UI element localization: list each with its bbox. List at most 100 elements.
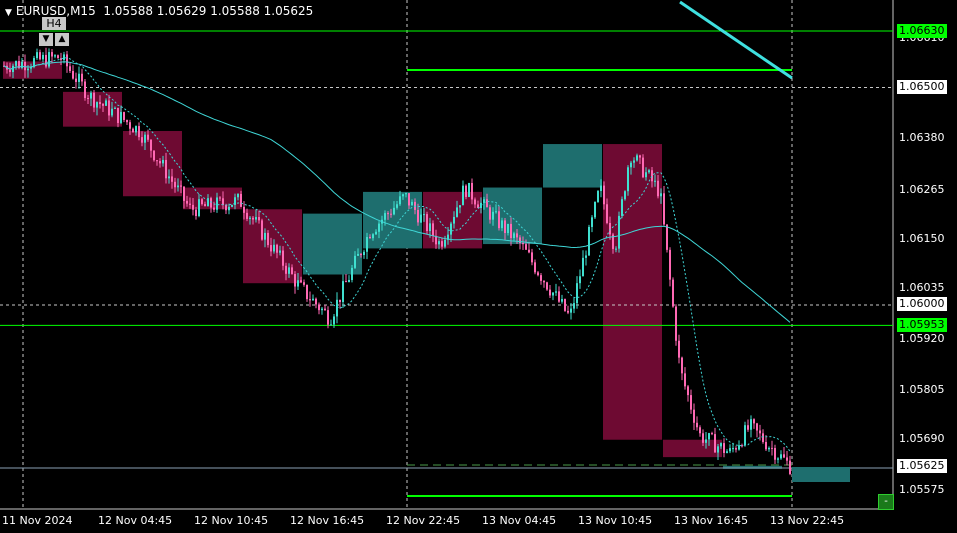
candle-body: [162, 159, 164, 164]
candle-body: [501, 220, 503, 229]
h4-box: [543, 144, 602, 188]
candle-body: [759, 430, 761, 434]
candle-body: [180, 185, 182, 187]
price-tick: 1.06380: [899, 131, 945, 144]
price-chart[interactable]: [0, 0, 957, 533]
candle-body: [339, 299, 341, 303]
candle-body: [204, 204, 206, 207]
candle-body: [24, 61, 26, 71]
candle-body: [747, 425, 749, 430]
candle-body: [750, 419, 752, 430]
candle-body: [693, 409, 695, 423]
candle-body: [633, 160, 635, 163]
candle-body: [525, 244, 527, 250]
h4-box: [63, 91, 122, 127]
candle-body: [66, 54, 68, 67]
candle-body: [69, 66, 71, 71]
candle-body: [537, 272, 539, 276]
candle-body: [672, 279, 674, 307]
candle-body: [138, 126, 140, 138]
candle-body: [372, 234, 374, 239]
candle-body: [495, 211, 497, 213]
candle-body: [531, 252, 533, 263]
candle-body: [723, 443, 725, 453]
candle-body: [444, 239, 446, 247]
candle-body: [552, 292, 554, 296]
symbol-timeframe: EURUSD,M15: [15, 4, 96, 18]
candle-body: [558, 291, 560, 302]
candle-body: [363, 251, 365, 256]
candle-body: [681, 357, 683, 374]
candle-body: [135, 126, 137, 133]
candle-body: [348, 279, 350, 282]
candle-body: [492, 211, 494, 220]
candle-body: [564, 299, 566, 311]
candle-body: [639, 155, 641, 158]
candle-body: [690, 395, 692, 410]
candle-body: [375, 231, 377, 235]
candle-body: [84, 81, 86, 98]
candle-body: [768, 447, 770, 450]
candle-body: [573, 303, 575, 309]
candle-body: [513, 233, 515, 239]
candle-body: [315, 298, 317, 305]
candle-body: [21, 61, 23, 68]
candle-body: [45, 54, 47, 67]
candle-body: [462, 185, 464, 206]
candle-body: [399, 196, 401, 205]
trend-line: [679, 0, 793, 80]
candle-body: [9, 69, 11, 73]
candle-body: [720, 443, 722, 447]
candle-body: [108, 100, 110, 116]
candle-body: [231, 204, 233, 207]
candle-body: [183, 186, 185, 201]
candle-body: [360, 253, 362, 256]
candle-body: [96, 102, 98, 108]
candle-body: [216, 197, 218, 210]
candle-body: [591, 217, 593, 227]
candle-body: [336, 299, 338, 317]
candle-body: [453, 216, 455, 224]
candle-body: [696, 422, 698, 428]
candle-body: [243, 206, 245, 213]
candle-body: [333, 316, 335, 325]
candle-body: [171, 176, 173, 182]
h4-box: [123, 131, 182, 197]
candle-body: [186, 200, 188, 204]
scroll-down-arrow-icon[interactable]: ▼: [39, 33, 53, 46]
candle-body: [789, 460, 791, 475]
candle-body: [99, 102, 101, 104]
scroll-up-arrow-icon[interactable]: ▲: [55, 33, 69, 46]
h4-box: [663, 439, 722, 458]
candle-body: [357, 253, 359, 256]
price-tick: 1.05805: [899, 383, 945, 396]
chart-area[interactable]: ▼ EURUSD,M15 1.05588 1.05629 1.05588 1.05…: [0, 0, 957, 533]
candle-body: [597, 191, 599, 202]
level-label-round-high[interactable]: 1.06500: [897, 80, 947, 94]
candle-body: [621, 199, 623, 216]
candle-body: [318, 304, 320, 311]
h4-timeframe-button[interactable]: H4: [42, 17, 66, 30]
candle-body: [519, 237, 521, 243]
time-tick: 13 Nov 04:45: [482, 514, 557, 527]
h4-box: [603, 144, 662, 440]
candle-body: [657, 180, 659, 197]
candle-body: [267, 232, 269, 246]
candle-body: [141, 137, 143, 143]
candle-body: [528, 249, 530, 253]
candle-body: [423, 214, 425, 216]
time-tick: 12 Nov 16:45: [290, 514, 365, 527]
candle-body: [408, 193, 410, 206]
candle-body: [90, 92, 92, 99]
time-tick: 13 Nov 10:45: [578, 514, 653, 527]
candle-body: [309, 299, 311, 301]
level-label-high[interactable]: 1.06630: [897, 24, 947, 38]
level-label-low[interactable]: 1.05953: [897, 318, 947, 332]
collapse-button[interactable]: -: [878, 494, 894, 510]
level-label-round-low[interactable]: 1.06000: [897, 297, 947, 311]
header-dropdown-icon[interactable]: ▼: [5, 8, 12, 18]
candle-body: [567, 310, 569, 313]
candle-body: [486, 199, 488, 208]
candle-body: [666, 224, 668, 250]
candle-body: [516, 233, 518, 238]
